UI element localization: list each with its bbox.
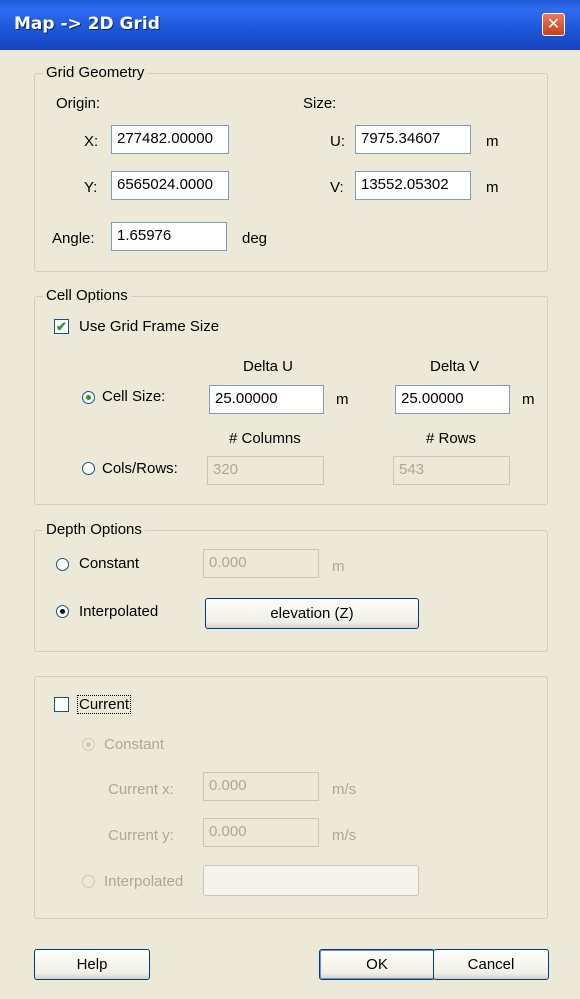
current-constant-label[interactable]: Constant: [104, 736, 164, 753]
current-x-label: Current x:: [108, 781, 174, 798]
rows-field[interactable]: 543: [393, 456, 510, 485]
cell-size-v-field[interactable]: 25.00000: [395, 385, 510, 414]
current-y-unit: m/s: [332, 827, 357, 844]
delta-v-header: Delta V: [430, 358, 480, 375]
u-unit: m: [486, 133, 499, 150]
columns-field[interactable]: 320: [207, 456, 324, 485]
y-label: Y:: [84, 179, 98, 196]
current-x-unit: m/s: [332, 781, 357, 798]
cell-size-v-unit: m: [522, 391, 535, 408]
v-label: V:: [330, 179, 344, 196]
elevation-button[interactable]: elevation (Z): [205, 598, 419, 629]
depth-constant-radio[interactable]: [56, 558, 69, 571]
depth-options-legend: Depth Options: [43, 521, 145, 538]
angle-label: Angle:: [52, 230, 95, 247]
origin-x-field[interactable]: 277482.00000: [111, 125, 229, 154]
current-interpolated-button[interactable]: [203, 865, 419, 896]
cancel-button[interactable]: Cancel: [433, 949, 549, 980]
cell-size-radio[interactable]: [82, 391, 95, 404]
current-y-label: Current y:: [108, 827, 174, 844]
cols-rows-label[interactable]: Cols/Rows:: [102, 460, 178, 477]
depth-constant-unit: m: [332, 558, 345, 575]
angle-unit: deg: [242, 230, 268, 247]
cell-options-legend: Cell Options: [43, 287, 131, 304]
size-label: Size:: [303, 95, 337, 112]
cell-size-u-field[interactable]: 25.00000: [209, 385, 324, 414]
origin-y-field[interactable]: 6565024.0000: [111, 171, 229, 200]
current-interpolated-radio[interactable]: [82, 875, 95, 888]
columns-header: # Columns: [229, 430, 301, 447]
depth-constant-label[interactable]: Constant: [79, 555, 139, 572]
delta-u-header: Delta U: [243, 358, 294, 375]
size-v-field[interactable]: 13552.05302: [355, 171, 471, 200]
current-x-field[interactable]: 0.000: [203, 772, 319, 801]
window-title: Map -> 2D Grid: [14, 14, 160, 34]
depth-constant-field[interactable]: 0.000: [203, 549, 319, 578]
cell-size-u-unit: m: [336, 391, 349, 408]
cols-rows-radio[interactable]: [82, 462, 95, 475]
current-y-field[interactable]: 0.000: [203, 818, 319, 847]
rows-header: # Rows: [426, 430, 477, 447]
depth-interpolated-radio[interactable]: [56, 605, 69, 618]
current-interpolated-label[interactable]: Interpolated: [104, 873, 183, 890]
current-label[interactable]: Current: [76, 695, 132, 714]
cell-size-label[interactable]: Cell Size:: [102, 388, 165, 405]
ok-button[interactable]: OK: [319, 949, 435, 980]
depth-interpolated-label[interactable]: Interpolated: [79, 603, 158, 620]
current-constant-radio[interactable]: [82, 738, 95, 751]
close-icon[interactable]: ✕: [542, 13, 565, 36]
size-u-field[interactable]: 7975.34607: [355, 125, 471, 154]
u-label: U:: [330, 133, 345, 150]
current-checkbox[interactable]: [54, 697, 69, 712]
origin-label: Origin:: [56, 95, 101, 112]
x-label: X:: [84, 133, 99, 150]
help-button[interactable]: Help: [34, 949, 150, 980]
v-unit: m: [486, 179, 499, 196]
title-bar: Map -> 2D Grid ✕: [0, 0, 580, 50]
angle-field[interactable]: 1.65976: [111, 222, 227, 251]
grid-geometry-legend: Grid Geometry: [43, 64, 148, 81]
use-grid-frame-label[interactable]: Use Grid Frame Size: [79, 318, 219, 335]
use-grid-frame-checkbox[interactable]: ✔: [54, 319, 69, 334]
